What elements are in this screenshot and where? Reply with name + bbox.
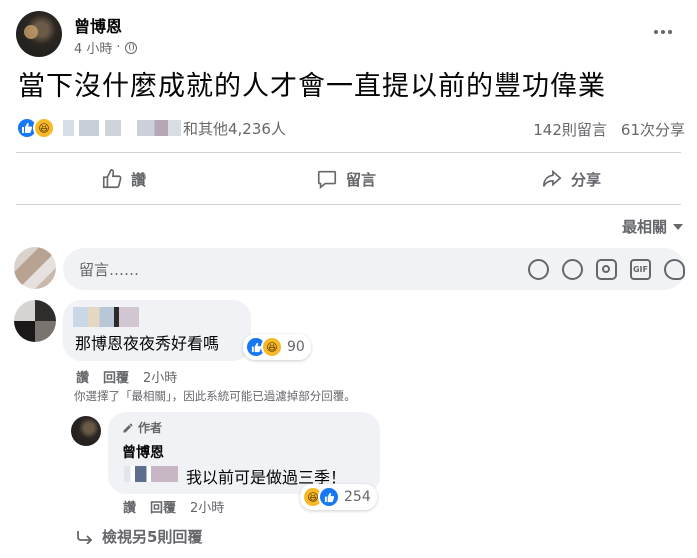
chevron-down-icon xyxy=(673,223,683,230)
smile-icon[interactable] xyxy=(562,259,583,280)
like-button[interactable]: 讚 xyxy=(101,165,146,193)
share-icon xyxy=(542,169,562,187)
post-stats: 142則留言 61次分享 xyxy=(533,119,685,140)
reply-reactions[interactable]: 😆 254 xyxy=(300,484,377,510)
blurred-name xyxy=(63,120,99,136)
filter-notice: 你選擇了「最相關」，因此系統可能已過濾掉部分回覆。 xyxy=(74,389,356,403)
reply-like-link[interactable]: 讚 xyxy=(123,497,136,516)
blurred-name xyxy=(137,120,181,136)
blurred-commenter-name[interactable] xyxy=(73,307,139,327)
divider xyxy=(16,152,681,153)
comment-input-tools: GIF xyxy=(528,259,685,280)
my-avatar[interactable] xyxy=(14,247,56,289)
pencil-icon xyxy=(123,423,133,432)
haha-icon: 😆 xyxy=(33,117,55,139)
camera-icon[interactable] xyxy=(596,259,617,280)
commenter-avatar[interactable] xyxy=(14,300,56,342)
gif-icon[interactable]: GIF xyxy=(630,259,651,280)
author-badge: 作者 xyxy=(122,419,162,436)
comment-actions: 讚 回覆 2小時 xyxy=(76,367,177,386)
shares-count[interactable]: 61次分享 xyxy=(621,119,685,140)
blurred-name xyxy=(105,120,121,136)
reply-actions: 讚 回覆 2小時 xyxy=(123,497,224,516)
reply-author-avatar[interactable] xyxy=(71,416,101,446)
view-more-replies[interactable]: 檢視另5則回覆 xyxy=(76,526,202,547)
post-time[interactable]: 4 小時 xyxy=(74,38,112,57)
reply-arrow-icon xyxy=(77,530,93,544)
globe-icon xyxy=(124,41,137,54)
reply-reply-link[interactable]: 回覆 xyxy=(150,497,176,516)
comment-like-link[interactable]: 讚 xyxy=(76,367,89,386)
reply-author-name[interactable]: 曾博恩 xyxy=(122,442,164,462)
sticker-icon[interactable] xyxy=(664,259,685,280)
thumbs-up-icon xyxy=(102,169,122,189)
comment-icon xyxy=(317,170,337,189)
comment-reply-link[interactable]: 回覆 xyxy=(103,367,129,386)
comment-button[interactable]: 留言 xyxy=(316,165,376,193)
blurred-mention[interactable] xyxy=(124,466,178,482)
divider xyxy=(16,204,681,205)
share-button[interactable]: 分享 xyxy=(541,165,601,193)
author-avatar[interactable] xyxy=(16,11,62,57)
comments-count[interactable]: 142則留言 xyxy=(533,119,607,140)
author-name[interactable]: 曾博恩 xyxy=(74,13,122,37)
comment-reactions[interactable]: 😆 90 xyxy=(243,334,311,360)
like-icon xyxy=(318,486,340,508)
comment-time[interactable]: 2小時 xyxy=(143,367,177,386)
reactions-count[interactable]: 和其他4,236人 xyxy=(183,118,286,139)
more-options-button[interactable] xyxy=(648,22,678,42)
post-text: 當下沒什麼成就的人才會一直提以前的豐功偉業 xyxy=(18,71,606,102)
haha-icon: 😆 xyxy=(261,336,283,358)
avatar-sticker-icon[interactable] xyxy=(528,259,549,280)
comment-text: 那博恩夜夜秀好看嗎 xyxy=(75,334,220,353)
sort-dropdown[interactable]: 最相關 xyxy=(622,216,683,237)
post-meta: 4 小時 · xyxy=(74,38,137,57)
reaction-count: 254 xyxy=(344,489,371,505)
more-icon xyxy=(654,30,658,34)
reactions-summary[interactable]: 😆 和其他4,236人 xyxy=(16,116,286,140)
reply-time[interactable]: 2小時 xyxy=(190,497,224,516)
reaction-count: 90 xyxy=(287,339,305,355)
